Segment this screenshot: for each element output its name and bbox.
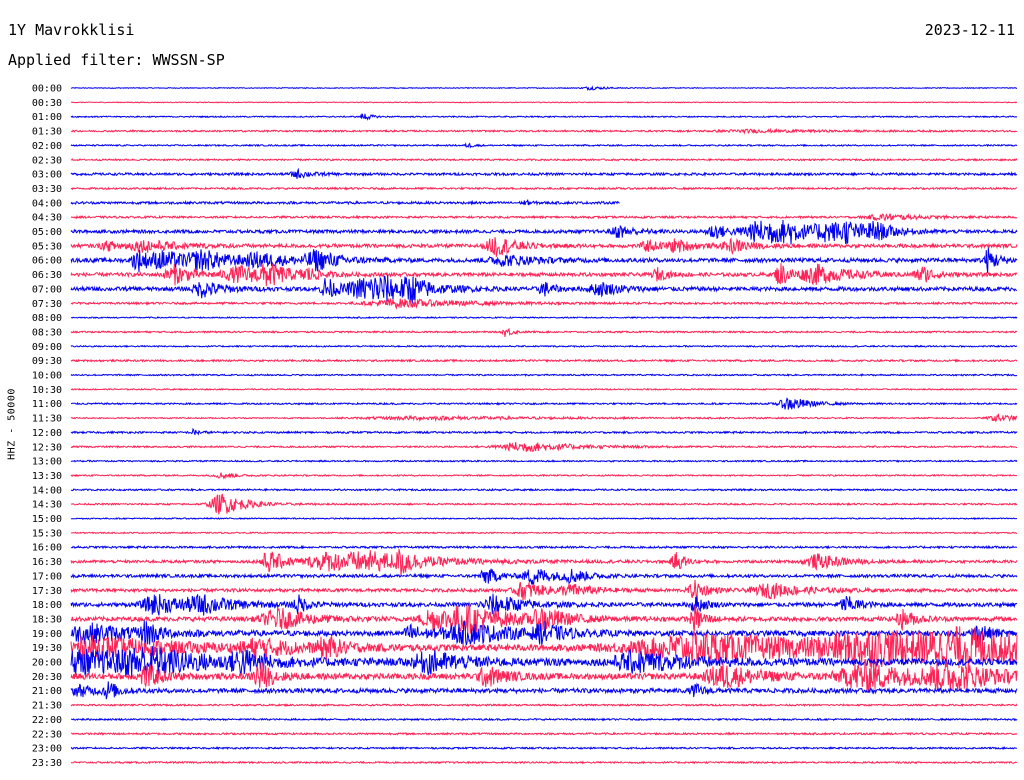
trace-row	[70, 760, 1018, 765]
trace-row	[70, 157, 1018, 162]
row-time-label: 04:00	[32, 198, 62, 209]
trace-row	[70, 219, 1018, 245]
row-time-label: 16:00	[32, 543, 62, 554]
row-time-label: 04:30	[32, 213, 62, 224]
trace-row	[70, 85, 1018, 92]
trace-row	[70, 327, 1018, 337]
helicorder-plot: 00:00 00:30 01:00 01:30 02:00 02:30 03:00 03:30…	[32, 84, 1018, 769]
row-time-label: 10:30	[32, 385, 62, 396]
row-time-label: 05:30	[32, 241, 62, 252]
trace-row	[70, 442, 1017, 453]
row-time-label: 05:00	[32, 227, 62, 238]
trace-row	[70, 568, 1018, 587]
trace-row	[70, 186, 1018, 191]
trace-row	[70, 472, 1018, 480]
row-time-label: 15:30	[32, 528, 62, 539]
row-time-label: 17:00	[32, 571, 62, 582]
row-time-label: 09:30	[32, 356, 62, 367]
row-time-label: 23:00	[32, 744, 62, 755]
trace-row	[70, 373, 1018, 377]
row-time-label: 01:00	[32, 112, 62, 123]
trace-row	[70, 101, 1018, 104]
trace-row	[70, 237, 1018, 257]
trace-row	[70, 579, 1018, 601]
row-time-label: 01:30	[32, 127, 62, 138]
row-time-label: 06:30	[32, 270, 62, 281]
trace-row	[70, 397, 1018, 410]
row-time-label: 09:00	[32, 342, 62, 353]
row-time-label: 12:30	[32, 442, 62, 453]
trace-row	[70, 387, 1018, 391]
trace-row	[70, 493, 1018, 515]
time-labels: 00:00 00:30 01:00 01:30 02:00 02:30 03:00 03:30…	[32, 84, 62, 769]
row-time-label: 22:30	[32, 729, 62, 740]
row-time-label: 13:00	[32, 457, 62, 468]
trace-row	[70, 297, 1018, 310]
row-time-label: 07:00	[32, 284, 62, 295]
trace-row	[70, 531, 1018, 535]
trace-row	[70, 198, 620, 206]
trace-row	[70, 344, 1018, 348]
row-time-label: 19:00	[32, 629, 62, 640]
trace-row	[70, 516, 1018, 521]
row-time-label: 08:30	[32, 327, 62, 338]
row-time-label: 21:00	[32, 686, 62, 697]
trace-row	[70, 487, 1018, 492]
trace-row	[70, 459, 1018, 463]
row-time-label: 07:30	[32, 299, 62, 310]
row-time-label: 18:30	[32, 614, 62, 625]
row-time-label: 21:30	[32, 701, 62, 712]
row-time-label: 14:30	[32, 500, 62, 511]
row-time-label: 16:30	[32, 557, 62, 568]
trace-row	[70, 127, 1018, 135]
row-time-label: 08:00	[32, 313, 62, 324]
row-time-label: 17:30	[32, 586, 62, 597]
row-time-label: 14:00	[32, 485, 62, 496]
seismic-traces	[70, 85, 1018, 765]
trace-row	[70, 247, 1018, 273]
trace-row	[70, 746, 1018, 751]
row-time-label: 22:00	[32, 715, 62, 726]
row-time-label: 19:30	[32, 643, 62, 654]
row-time-label: 11:30	[32, 414, 62, 425]
row-time-label: 02:30	[32, 155, 62, 166]
row-time-label: 20:30	[32, 672, 62, 683]
trace-row	[70, 731, 1018, 736]
row-time-label: 02:00	[32, 141, 62, 152]
trace-row	[70, 544, 1017, 550]
row-time-label: 23:30	[32, 758, 62, 769]
row-time-label: 13:30	[32, 471, 62, 482]
row-time-label: 03:30	[32, 184, 62, 195]
trace-row	[70, 167, 1018, 180]
row-time-label: 10:00	[32, 371, 62, 382]
row-time-label: 18:00	[32, 600, 62, 611]
trace-row	[70, 315, 1018, 320]
row-time-label: 15:00	[32, 514, 62, 525]
trace-row	[70, 142, 1018, 149]
row-time-label: 11:00	[32, 399, 62, 410]
row-time-label: 20:00	[32, 658, 62, 669]
trace-row	[70, 212, 1018, 222]
row-time-label: 00:00	[32, 84, 62, 95]
trace-row	[70, 358, 1018, 363]
trace-row	[70, 717, 1018, 722]
row-time-label: 03:00	[32, 170, 62, 181]
row-time-label: 06:00	[32, 256, 62, 267]
row-time-label: 12:00	[32, 428, 62, 439]
trace-row	[70, 113, 1018, 121]
trace-row	[70, 603, 1018, 635]
row-time-label: 00:30	[32, 98, 62, 109]
trace-row	[70, 427, 1018, 436]
trace-row	[70, 413, 1018, 423]
trace-row	[70, 275, 1018, 304]
trace-row	[70, 703, 1018, 708]
